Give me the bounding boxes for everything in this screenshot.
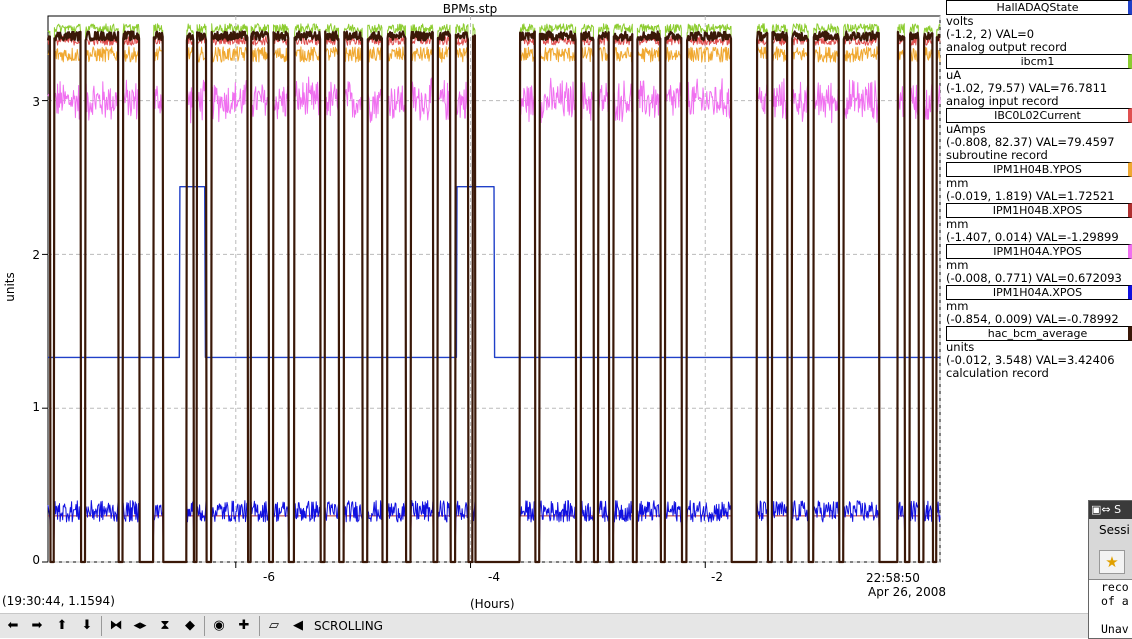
scroll-mode-status: SCROLLING [314,619,383,633]
pan-up-icon: ⬆ [56,618,68,633]
x-tick-label: -4 [488,570,500,584]
zoom-in-y-button[interactable]: ⧗ [155,617,175,635]
session-window[interactable]: ▣⇔ S Sessi ★ reco of a Unav [1088,500,1132,639]
legend-series-type: subroutine record [946,148,1048,162]
zoom-out-y-icon: ◆ [185,618,195,633]
session-text-line [1101,608,1132,622]
x-axis-label: (Hours) [470,597,515,611]
y-tick-label: 1 [32,400,40,414]
y-tick-label: 0 [32,553,40,567]
zoom-out-x-icon: ◂▸ [133,618,147,633]
legend-entry[interactable]: IPM1H04A.YPOS mm (-0.008, 0.771) VAL=0.672… [946,244,1132,285]
legend-series-name[interactable]: HallADAQState [946,0,1132,15]
star-icon[interactable]: ★ [1099,550,1125,574]
session-titlebar[interactable]: ▣⇔ S [1089,501,1132,519]
x-tick-label: -6 [263,570,275,584]
zoom-in-x-icon: ⧓ [109,618,123,633]
crosshair-icon: ✚ [238,618,250,633]
legend-series-type: analog output record [946,40,1067,54]
session-text-area[interactable]: reco of a Unav [1089,579,1132,638]
scroll-mode-button[interactable]: ⏥ [264,617,284,635]
window-menu-icon[interactable]: ▣⇔ [1091,503,1111,516]
pan-down-button[interactable]: ⬇ [77,617,97,635]
session-text-line: of a [1101,594,1129,608]
y-tick-label: 2 [32,248,40,262]
legend-series-name[interactable]: IPM1H04A.YPOS [946,244,1132,259]
crosshair-button[interactable]: ✚ [234,617,254,635]
toolbar-separator [259,616,260,636]
session-text-line: Unav [1101,622,1129,636]
legend-series-type: analog input record [946,94,1059,108]
legend-series-name[interactable]: IPM1H04B.YPOS [946,162,1132,177]
toolbar: ⬅ ➡ ⬆ ⬇ ⧓ ◂▸ ⧗ ◆ ◉ ✚ ⏥ ◀ SCROLLING [0,613,1132,638]
plot-canvas[interactable] [0,0,945,600]
legend-series-range: (-0.854, 0.009) VAL=-0.78992 [946,312,1119,326]
zoom-out-y-button[interactable]: ◆ [180,617,200,635]
legend-entry[interactable]: ibcm1 uA (-1.02, 79.57) VAL=76.7811 analog … [946,54,1132,108]
pan-left-icon: ⬅ [7,618,19,633]
legend-series-type: calculation record [946,366,1049,380]
y-tick-label: 3 [32,95,40,109]
pan-left-button[interactable]: ⬅ [3,617,23,635]
pan-up-button[interactable]: ⬆ [52,617,72,635]
x-tick-label: -2 [711,570,723,584]
pan-down-icon: ⬇ [81,618,93,633]
x-end-date-label: Apr 26, 2008 [868,585,947,599]
legend-series-range: (-0.008, 0.771) VAL=0.672093 [946,271,1122,285]
pan-right-icon: ➡ [31,618,43,633]
zoom-in-y-icon: ⧗ [160,618,170,633]
zoom-out-x-button[interactable]: ◂▸ [130,617,150,635]
pan-right-button[interactable]: ➡ [27,617,47,635]
auto-zoom-button[interactable]: ◉ [209,617,229,635]
toolbar-separator [204,616,205,636]
scroll-mode-icon: ⏥ [269,618,279,633]
legend-series-name[interactable]: ibcm1 [946,54,1132,69]
legend-series-range: (-1.407, 0.014) VAL=-1.29899 [946,230,1119,244]
legend-series-name[interactable]: IPM1H04B.XPOS [946,203,1132,218]
legend-entry[interactable]: IPM1H04A.XPOS mm (-0.854, 0.009) VAL=-0.78… [946,285,1132,326]
auto-zoom-icon: ◉ [213,618,225,633]
legend: HallADAQState volts (-1.2, 2) VAL=0 analog … [946,0,1132,380]
session-text-line: reco [1101,580,1129,594]
stop-scroll-icon: ◀ [293,618,303,633]
session-title: S [1114,503,1122,516]
zoom-in-x-button[interactable]: ⧓ [106,617,126,635]
legend-entry[interactable]: IBC0L02Current uAmps (-0.808, 82.37) VAL=7… [946,108,1132,162]
legend-entry[interactable]: IPM1H04B.YPOS mm (-0.019, 1.819) VAL=1.725… [946,162,1132,203]
x-end-time-label: 22:58:50 [866,571,920,585]
cursor-readout: (19:30:44, 1.1594) [2,594,115,608]
legend-entry[interactable]: HallADAQState volts (-1.2, 2) VAL=0 analog … [946,0,1132,54]
legend-entry[interactable]: IPM1H04B.XPOS mm (-1.407, 0.014) VAL=-1.29… [946,203,1132,244]
toolbar-separator [101,616,102,636]
legend-series-name[interactable]: IBC0L02Current [946,108,1132,123]
legend-entry[interactable]: hac_bcm_average units (-0.012, 3.548) VAL=… [946,326,1132,380]
stop-scroll-button[interactable]: ◀ [288,617,308,635]
session-label: Sessi [1099,523,1130,537]
legend-series-range: (-0.019, 1.819) VAL=1.72521 [946,189,1115,203]
legend-series-name[interactable]: hac_bcm_average [946,326,1132,341]
legend-series-name[interactable]: IPM1H04A.XPOS [946,285,1132,300]
